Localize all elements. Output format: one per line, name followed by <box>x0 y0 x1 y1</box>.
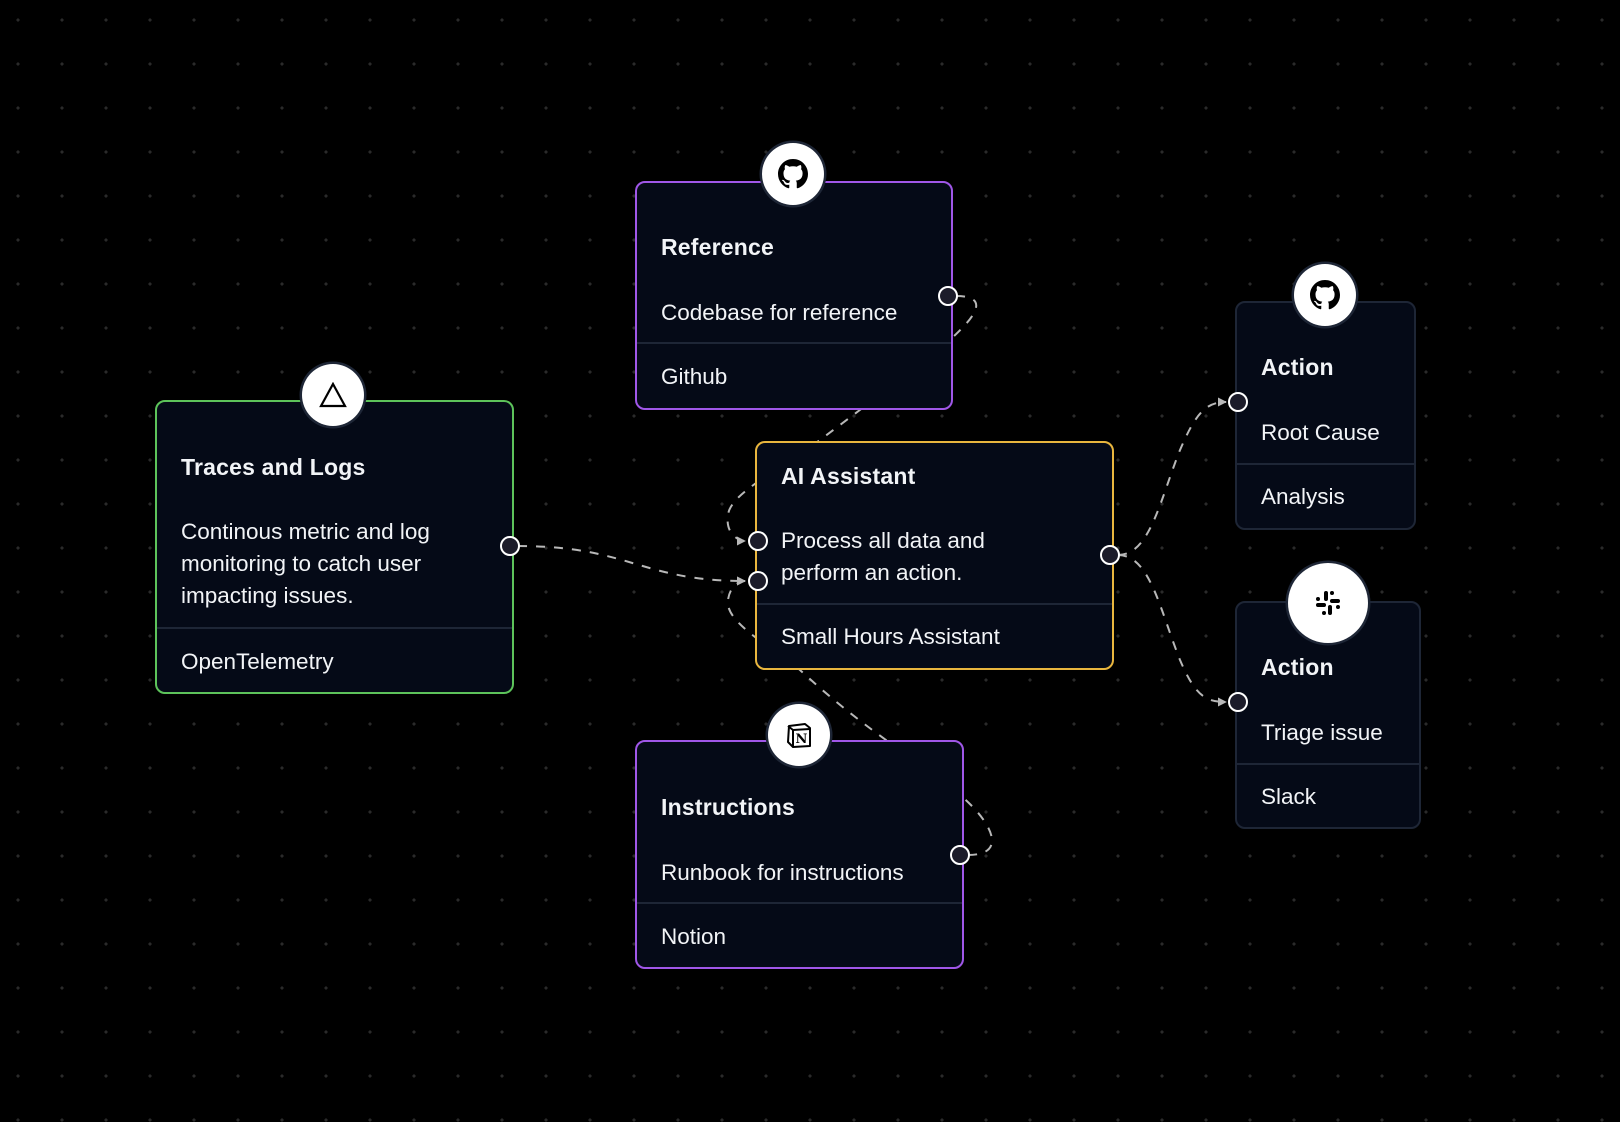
edge-assistant-to-action-triage[interactable] <box>1117 554 1227 707</box>
slack-icon <box>1316 591 1340 615</box>
edge-traces-to-assistant[interactable] <box>517 545 746 586</box>
traces-icon-badge <box>302 364 364 426</box>
node-title: Traces and Logs <box>181 454 366 480</box>
notion-icon: N <box>787 723 811 748</box>
node-description: Root Cause <box>1261 420 1380 445</box>
node-action-root-cause[interactable]: Action Root Cause Analysis <box>1235 301 1416 530</box>
svg-text:N: N <box>796 732 808 747</box>
action-rca-icon-badge <box>1294 264 1356 326</box>
node-reference[interactable]: Reference Codebase for reference Github <box>635 181 953 410</box>
action-rca-input-handle[interactable] <box>1228 392 1248 412</box>
node-footer: OpenTelemetry <box>181 649 334 674</box>
node-divider <box>1237 763 1419 765</box>
reference-output-handle[interactable] <box>938 286 958 306</box>
node-description: Runbook for instructions <box>661 860 904 885</box>
action-triage-input-handle[interactable] <box>1228 692 1248 712</box>
node-footer: Notion <box>661 924 727 949</box>
instructions-icon-badge: N <box>768 704 830 766</box>
node-title: Action <box>1261 654 1334 680</box>
node-divider <box>757 603 1112 605</box>
node-title: AI Assistant <box>781 463 916 489</box>
node-divider <box>637 342 951 344</box>
node-divider <box>637 902 962 904</box>
node-instructions[interactable]: Instructions Runbook for instructions No… <box>635 740 964 969</box>
node-footer: Github <box>661 364 728 389</box>
node-description: Triage issue <box>1261 720 1383 745</box>
node-title: Instructions <box>661 794 796 820</box>
edge-assistant-to-action-rca[interactable] <box>1117 397 1227 556</box>
node-description: Continous metric and log monitoring to c… <box>181 519 430 608</box>
instructions-output-handle[interactable] <box>950 845 970 865</box>
node-divider <box>157 627 512 629</box>
node-footer: Small Hours Assistant <box>781 624 1000 649</box>
triangle-icon <box>319 382 347 408</box>
node-ai-assistant[interactable]: AI Assistant Process all data and perfor… <box>755 441 1114 670</box>
node-title: Reference <box>661 234 775 260</box>
node-traces-and-logs[interactable]: Traces and Logs Continous metric and log… <box>155 400 514 694</box>
node-footer: Slack <box>1261 784 1317 809</box>
node-description: Process all data and perform an action. <box>781 528 985 585</box>
assistant-output-handle[interactable] <box>1100 545 1120 565</box>
traces-output-handle[interactable] <box>500 536 520 556</box>
action-triage-icon-badge <box>1288 563 1368 643</box>
node-footer: Analysis <box>1261 484 1345 509</box>
assistant-input-handle-2[interactable] <box>748 571 768 591</box>
assistant-input-handle-1[interactable] <box>748 531 768 551</box>
node-description: Codebase for reference <box>661 300 898 325</box>
github-icon <box>1310 280 1340 310</box>
reference-icon-badge <box>762 143 824 205</box>
github-icon <box>778 159 808 189</box>
node-divider <box>1237 463 1414 465</box>
node-title: Action <box>1261 354 1334 380</box>
